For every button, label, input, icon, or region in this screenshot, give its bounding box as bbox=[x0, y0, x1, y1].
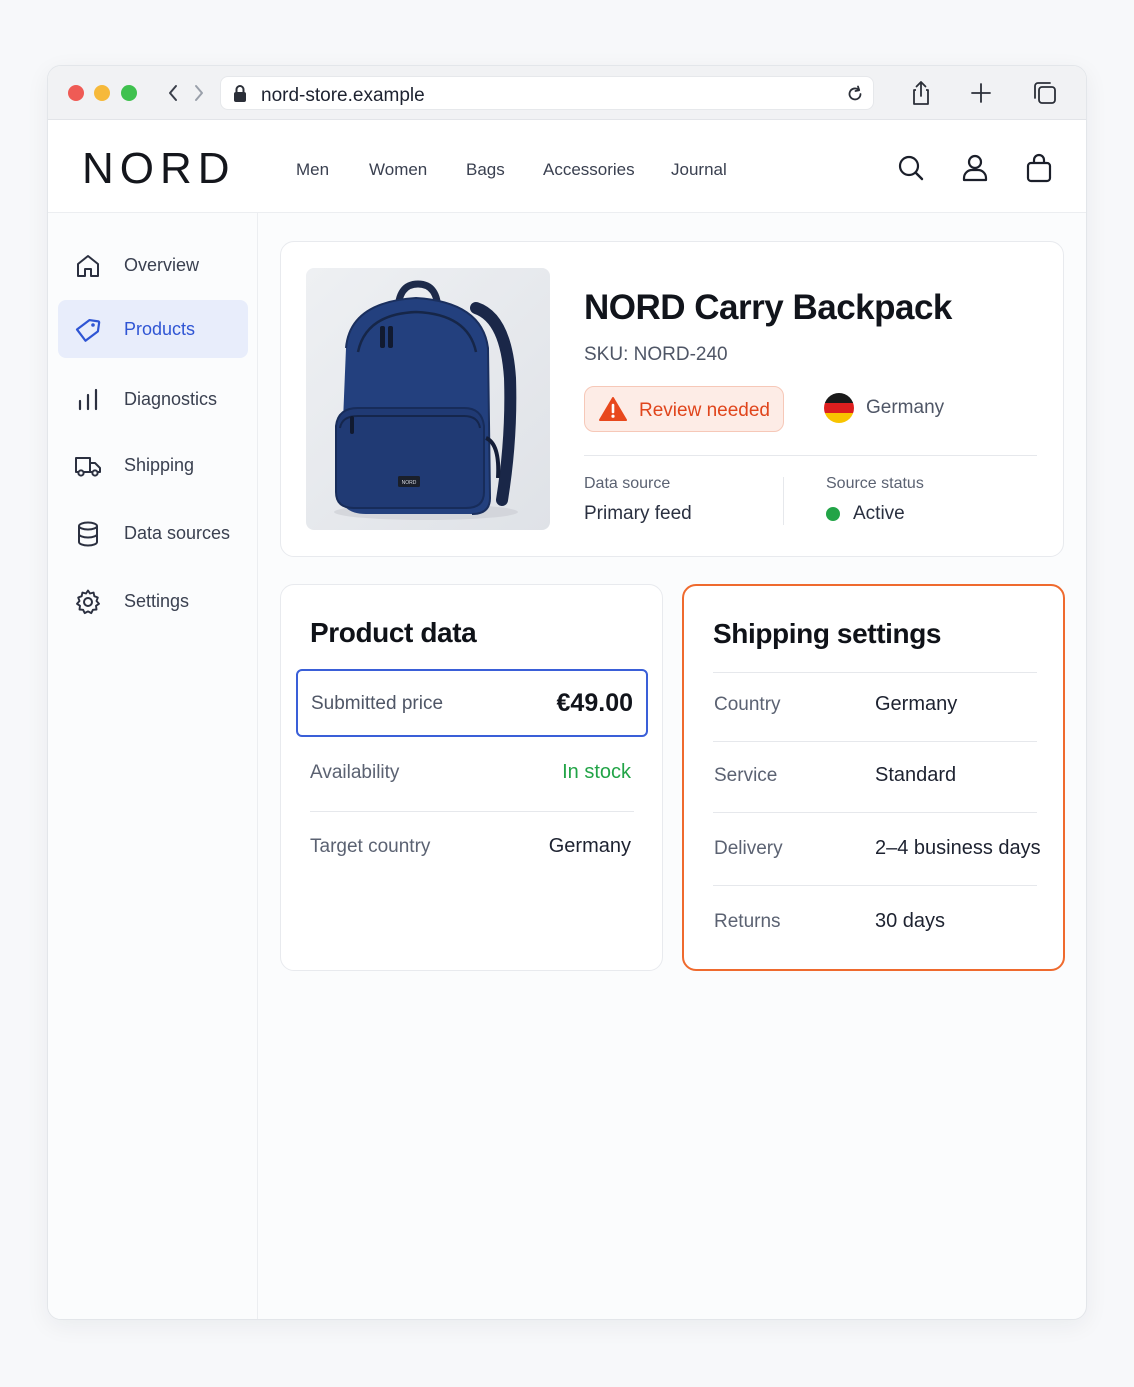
shipping-settings-card[interactable]: Shipping settings Country Germany Servic… bbox=[682, 584, 1065, 971]
availability-label: Availability bbox=[310, 762, 400, 783]
sidebar-item-label: Shipping bbox=[124, 455, 195, 475]
tag-icon bbox=[74, 316, 102, 344]
warning-icon bbox=[599, 396, 627, 422]
divider bbox=[783, 477, 784, 525]
brand-logo[interactable]: NORD bbox=[82, 144, 236, 194]
status-active-dot bbox=[826, 507, 840, 521]
divider bbox=[713, 672, 1037, 673]
minimize-window-button[interactable] bbox=[94, 85, 110, 101]
product-image[interactable]: NORD bbox=[306, 268, 550, 530]
divider bbox=[713, 885, 1037, 886]
shipping-delivery-value: 2–4 business days bbox=[875, 837, 1041, 859]
divider bbox=[310, 811, 634, 812]
reload-icon[interactable] bbox=[845, 84, 865, 104]
shipping-service-label: Service bbox=[714, 765, 778, 786]
maximize-window-button[interactable] bbox=[121, 85, 137, 101]
divider bbox=[713, 741, 1037, 742]
shipping-delivery-label: Delivery bbox=[714, 838, 783, 859]
lock-icon bbox=[231, 84, 249, 104]
sidebar-item-label: Data sources bbox=[124, 523, 231, 543]
sidebar-item-label: Products bbox=[124, 319, 196, 339]
shipping-returns-value: 30 days bbox=[875, 910, 946, 932]
url-text: nord-store.example bbox=[261, 85, 425, 106]
nav-link-accessories[interactable]: Accessories bbox=[543, 160, 635, 180]
sidebar-item-shipping[interactable]: Shipping bbox=[58, 436, 248, 494]
availability-value: In stock bbox=[562, 761, 631, 783]
site-header: NORD Men Women Bags Accessories Journal bbox=[48, 120, 1086, 213]
bar-chart-icon bbox=[74, 386, 102, 414]
home-icon bbox=[74, 252, 102, 280]
sidebar-item-settings[interactable]: Settings bbox=[58, 572, 248, 630]
shopping-bag-icon[interactable] bbox=[1024, 152, 1054, 184]
sidebar-item-data-sources[interactable]: Data sources bbox=[58, 504, 248, 562]
database-icon bbox=[74, 520, 102, 548]
product-summary-card: NORD NORD Carry Backpack SKU: NORD-240 R… bbox=[280, 241, 1064, 557]
product-data-card: Product data Submitted price €49.00 Avai… bbox=[280, 584, 663, 971]
nav-link-men[interactable]: Men bbox=[296, 160, 329, 180]
browser-toolbar: nord-store.example bbox=[48, 66, 1086, 120]
review-needed-badge[interactable]: Review needed bbox=[584, 386, 784, 432]
data-source-label: Data source bbox=[584, 475, 671, 492]
divider bbox=[713, 812, 1037, 813]
sidebar-item-diagnostics[interactable]: Diagnostics bbox=[58, 370, 248, 428]
sidebar-item-products[interactable]: Products bbox=[58, 300, 248, 358]
nav-link-bags[interactable]: Bags bbox=[466, 160, 505, 180]
badge-label: Review needed bbox=[639, 400, 770, 421]
source-status-value: Active bbox=[853, 503, 905, 524]
divider bbox=[584, 455, 1037, 456]
shipping-country-value: Germany bbox=[875, 693, 958, 715]
shipping-country-label: Country bbox=[714, 694, 781, 715]
submitted-price-field[interactable]: Submitted price €49.00 bbox=[296, 669, 648, 737]
tabs-overview-icon[interactable] bbox=[1030, 78, 1060, 108]
sidebar-item-overview[interactable]: Overview bbox=[58, 236, 248, 294]
nav-link-journal[interactable]: Journal bbox=[671, 160, 727, 180]
target-country-value: Germany bbox=[548, 835, 631, 857]
data-source-value: Primary feed bbox=[584, 503, 692, 524]
address-bar[interactable]: nord-store.example bbox=[220, 76, 874, 110]
account-icon[interactable] bbox=[960, 152, 990, 184]
product-country: Germany bbox=[866, 397, 945, 418]
share-icon[interactable] bbox=[906, 78, 936, 108]
sidebar-item-label: Overview bbox=[124, 255, 200, 275]
new-tab-icon[interactable] bbox=[966, 78, 996, 108]
close-window-button[interactable] bbox=[68, 85, 84, 101]
source-status-label: Source status bbox=[826, 475, 924, 492]
truck-icon bbox=[74, 452, 102, 480]
nav-link-women[interactable]: Women bbox=[369, 160, 427, 180]
shipping-service-value: Standard bbox=[875, 764, 957, 786]
product-title: NORD Carry Backpack bbox=[584, 288, 952, 327]
backpack-brand-label: NORD bbox=[402, 480, 417, 486]
target-country-label: Target country bbox=[310, 836, 431, 857]
section-title: Shipping settings bbox=[713, 618, 942, 649]
forward-icon[interactable] bbox=[188, 80, 210, 106]
backpack-illustration: NORD bbox=[334, 280, 518, 520]
section-title: Product data bbox=[310, 617, 477, 648]
submitted-price-label: Submitted price bbox=[311, 693, 444, 714]
shipping-returns-label: Returns bbox=[714, 911, 781, 932]
sidebar: Overview Products Diagnostics Shipping D… bbox=[48, 213, 258, 1319]
product-sku: SKU: NORD-240 bbox=[584, 344, 728, 365]
sidebar-item-label: Settings bbox=[124, 591, 190, 611]
sidebar-item-label: Diagnostics bbox=[124, 389, 218, 409]
gear-icon bbox=[74, 588, 102, 616]
search-icon[interactable] bbox=[896, 152, 926, 184]
germany-flag-icon bbox=[824, 393, 854, 423]
back-icon[interactable] bbox=[162, 80, 184, 106]
submitted-price-value: €49.00 bbox=[556, 689, 633, 717]
browser-window: nord-store.example NORD Men Women Bags A… bbox=[47, 65, 1087, 1320]
